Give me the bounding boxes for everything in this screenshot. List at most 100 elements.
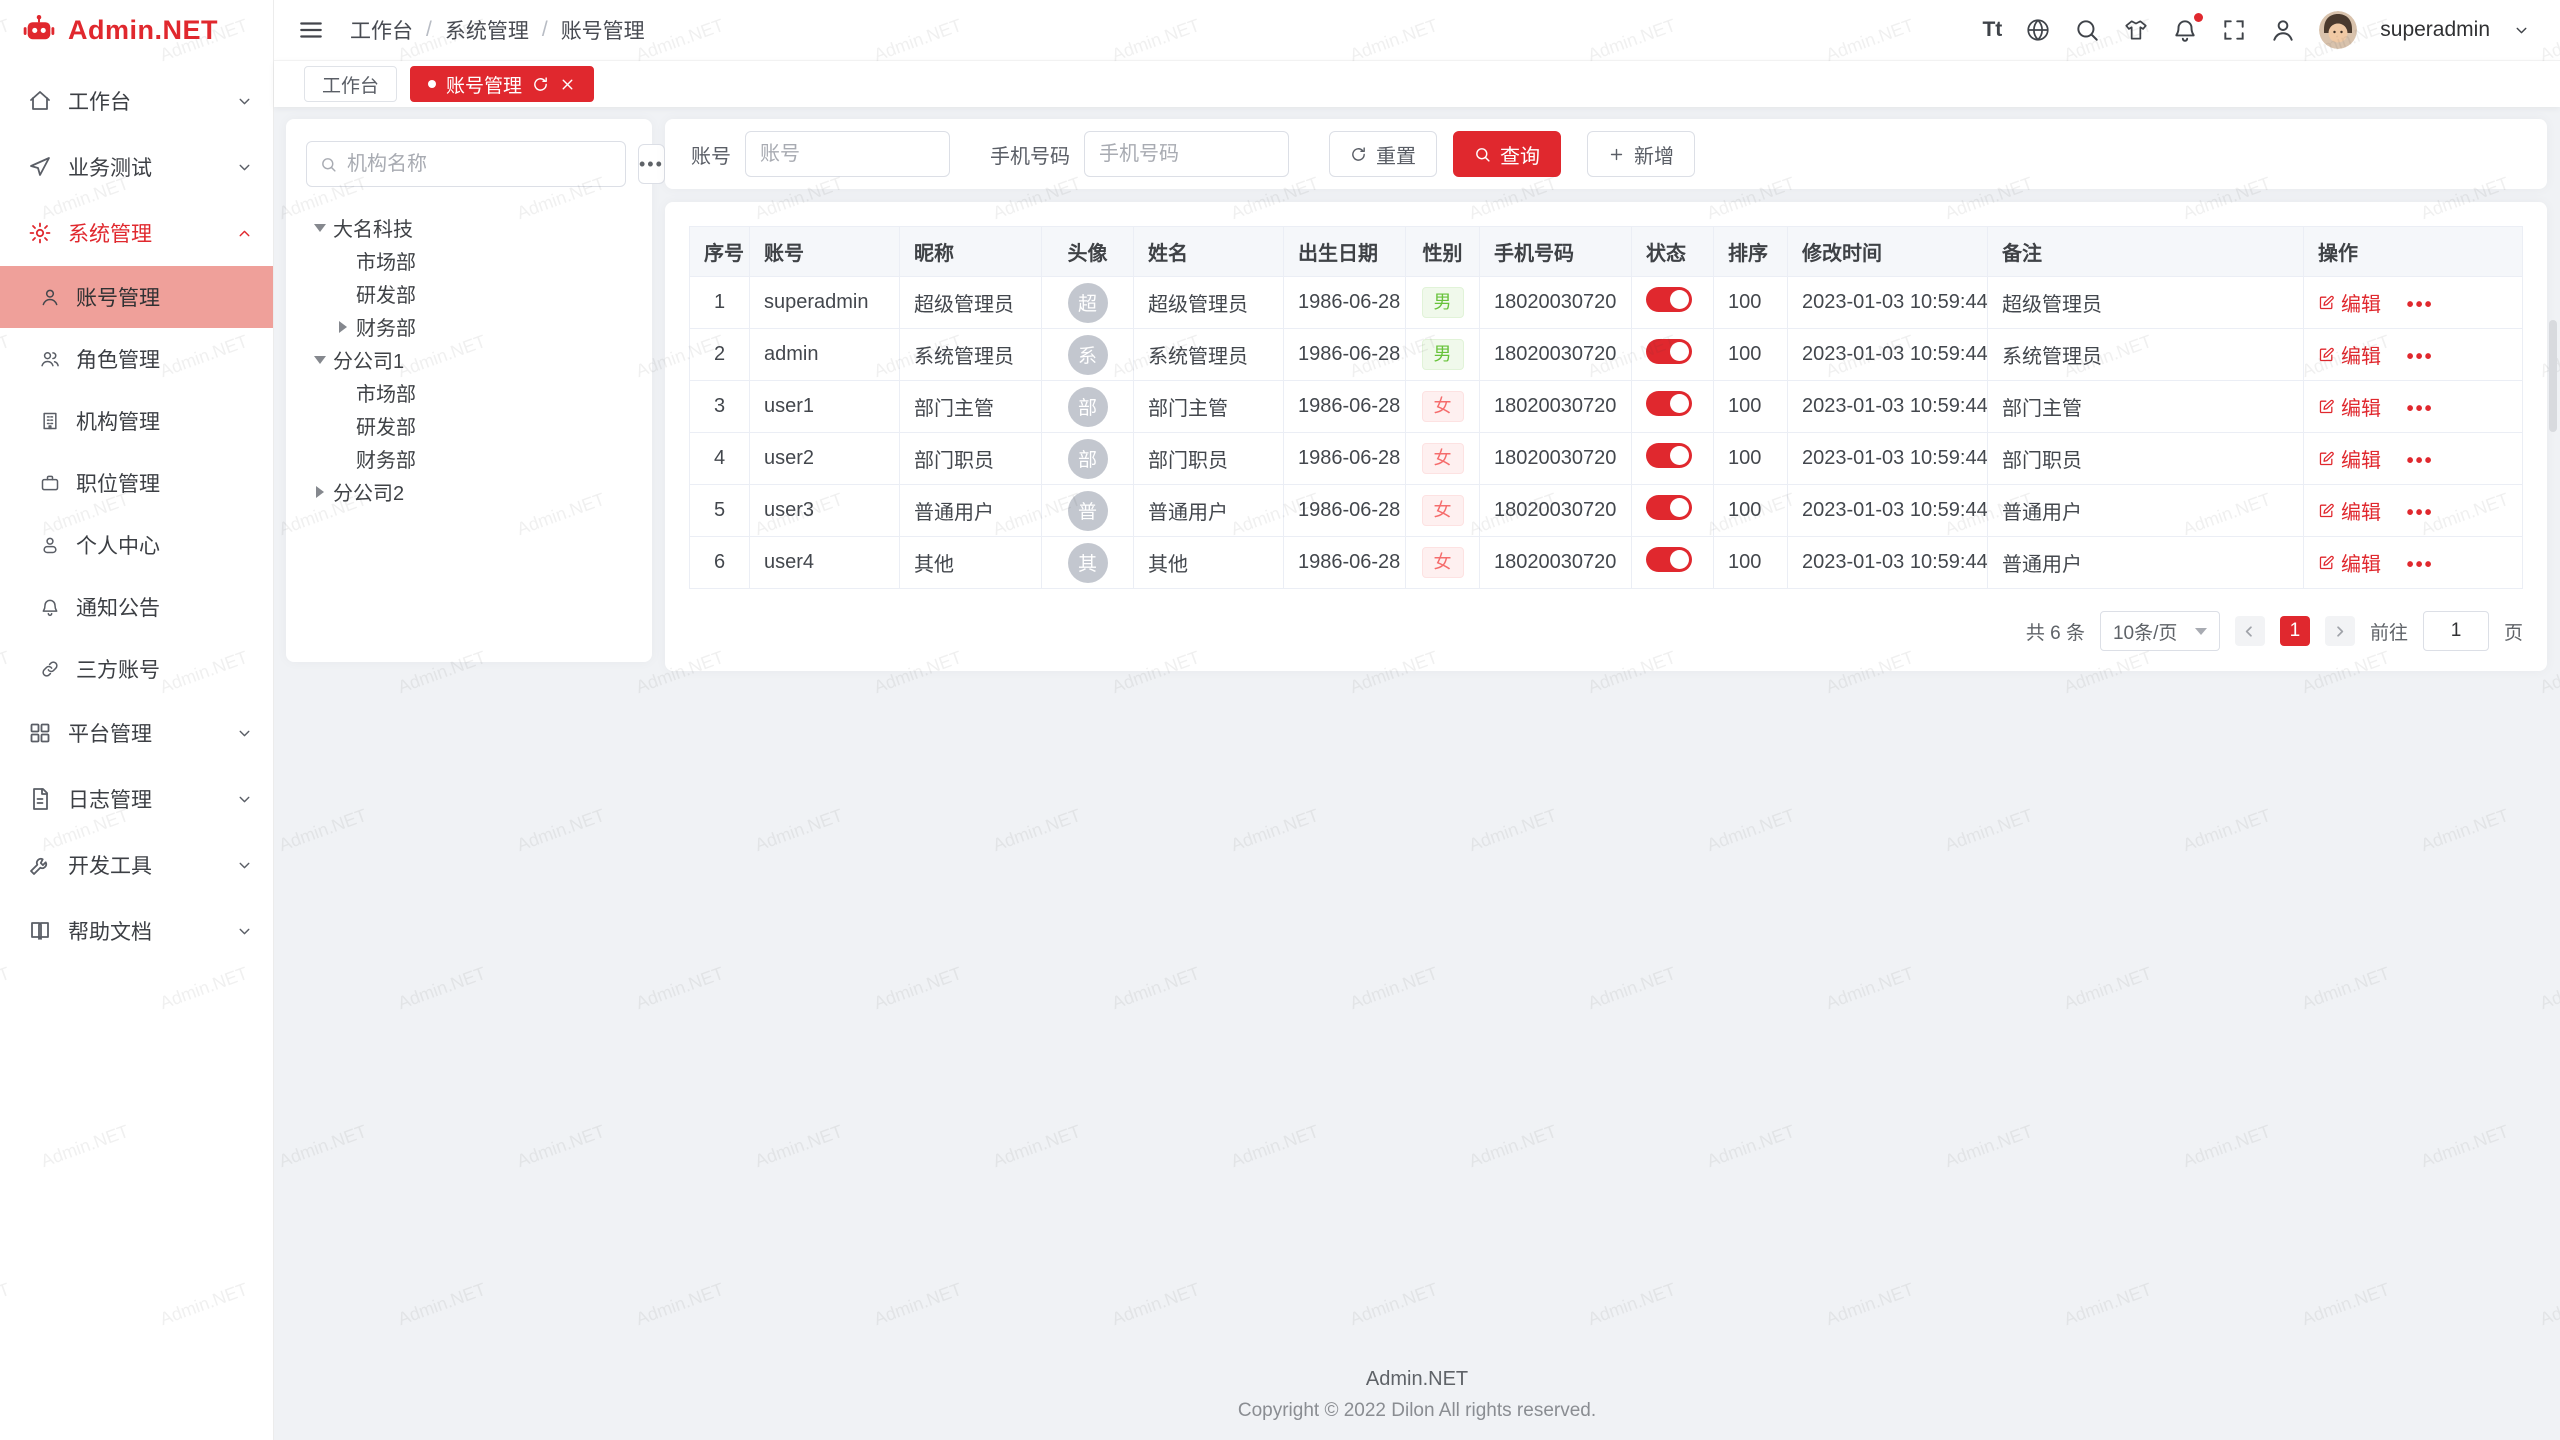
table-row[interactable]: 1 superadmin 超级管理员 超 超级管理员 1986-06-28 男 … xyxy=(690,277,2523,329)
more-actions-button[interactable]: ••• xyxy=(2407,554,2434,576)
edit-icon xyxy=(2318,398,2335,415)
sidebar-item-third-party-account[interactable]: 三方账号 xyxy=(0,638,273,700)
gender-badge: 女 xyxy=(1422,547,1464,578)
status-toggle[interactable] xyxy=(1646,287,1692,312)
sidebar-item-platform-management[interactable]: 平台管理 xyxy=(0,700,273,766)
cell-name: 其他 xyxy=(1134,537,1284,589)
search-icon[interactable] xyxy=(2074,17,2100,43)
page-number-button[interactable]: 1 xyxy=(2280,616,2310,646)
tree-node[interactable]: 大名科技 xyxy=(306,211,632,244)
tabs-bar: 工作台 账号管理 xyxy=(274,60,2560,107)
username-label[interactable]: superadmin xyxy=(2380,18,2490,42)
avatar: 其 xyxy=(1068,543,1108,583)
edit-button[interactable]: 编辑 xyxy=(2318,288,2381,317)
table-row[interactable]: 2 admin 系统管理员 系 系统管理员 1986-06-28 男 18020… xyxy=(690,329,2523,381)
sidebar-item-business-test[interactable]: 业务测试 xyxy=(0,134,273,200)
sidebar-item-workbench[interactable]: 工作台 xyxy=(0,68,273,134)
account-filter-input[interactable] xyxy=(745,131,950,177)
edit-icon xyxy=(2318,346,2335,363)
table-row[interactable]: 6 user4 其他 其 其他 1986-06-28 女 18020030720… xyxy=(690,537,2523,589)
breadcrumb-item[interactable]: 系统管理 xyxy=(445,15,529,45)
tree-node[interactable]: 分公司2 xyxy=(306,475,632,508)
tree-more-button[interactable]: ••• xyxy=(638,144,665,184)
more-actions-button[interactable]: ••• xyxy=(2407,346,2434,368)
sidebar-item-personal-center[interactable]: 个人中心 xyxy=(0,514,273,576)
column-header: 性别 xyxy=(1406,227,1480,277)
user-outline-icon[interactable] xyxy=(2270,17,2296,43)
more-actions-button[interactable]: ••• xyxy=(2407,502,2434,524)
page-size-value: 10条/页 xyxy=(2113,618,2177,645)
column-header: 排序 xyxy=(1714,227,1788,277)
logo[interactable]: Admin.NET xyxy=(0,0,273,60)
hamburger-menu-icon[interactable] xyxy=(298,17,324,43)
cell-remark: 部门主管 xyxy=(1988,381,2304,433)
table-row[interactable]: 5 user3 普通用户 普 普通用户 1986-06-28 女 1802003… xyxy=(690,485,2523,537)
tree-node[interactable]: 分公司1 xyxy=(306,343,632,376)
accounts-table-panel: 序号 账号 昵称 头像 姓名 出生日期 性别 手机号码 状态 排序 修改时间 xyxy=(665,202,2547,671)
tree-node[interactable]: 市场部 xyxy=(306,244,632,277)
sidebar-item-role-management[interactable]: 角色管理 xyxy=(0,328,273,390)
book-icon xyxy=(28,919,52,943)
refresh-icon[interactable] xyxy=(532,76,549,93)
chevron-down-icon[interactable] xyxy=(2513,22,2530,39)
close-icon[interactable] xyxy=(559,76,576,93)
tab-workbench[interactable]: 工作台 xyxy=(304,66,397,102)
goto-page-input[interactable] xyxy=(2423,611,2489,651)
status-toggle[interactable] xyxy=(1646,339,1692,364)
more-actions-button[interactable]: ••• xyxy=(2407,398,2434,420)
status-toggle[interactable] xyxy=(1646,443,1692,468)
user-avatar[interactable] xyxy=(2319,11,2357,49)
sidebar-item-log-management[interactable]: 日志管理 xyxy=(0,766,273,832)
cell-nickname: 普通用户 xyxy=(900,485,1042,537)
edit-button[interactable]: 编辑 xyxy=(2318,392,2381,421)
org-search-input[interactable] xyxy=(347,153,612,176)
cell-nickname: 系统管理员 xyxy=(900,329,1042,381)
more-actions-button[interactable]: ••• xyxy=(2407,450,2434,472)
globe-icon[interactable] xyxy=(2025,17,2051,43)
tree-node[interactable]: 财务部 xyxy=(306,310,632,343)
edit-button[interactable]: 编辑 xyxy=(2318,340,2381,369)
sidebar-item-help-docs[interactable]: 帮助文档 xyxy=(0,898,273,964)
table-row[interactable]: 3 user1 部门主管 部 部门主管 1986-06-28 女 1802003… xyxy=(690,381,2523,433)
accounts-table: 序号 账号 昵称 头像 姓名 出生日期 性别 手机号码 状态 排序 修改时间 xyxy=(689,226,2523,589)
edit-button[interactable]: 编辑 xyxy=(2318,496,2381,525)
caret-down-icon[interactable] xyxy=(314,224,326,232)
next-page-button[interactable] xyxy=(2325,616,2355,646)
more-actions-button[interactable]: ••• xyxy=(2407,294,2434,316)
table-row[interactable]: 4 user2 部门职员 部 部门职员 1986-06-28 女 1802003… xyxy=(690,433,2523,485)
scrollbar-thumb[interactable] xyxy=(2549,320,2557,432)
caret-right-icon[interactable] xyxy=(316,486,324,498)
sidebar-item-account-management[interactable]: 账号管理 xyxy=(0,266,273,328)
tree-node[interactable]: 市场部 xyxy=(306,376,632,409)
fullscreen-icon[interactable] xyxy=(2221,17,2247,43)
status-toggle[interactable] xyxy=(1646,495,1692,520)
edit-button-label: 编辑 xyxy=(2341,496,2381,525)
tree-node[interactable]: 研发部 xyxy=(306,277,632,310)
sidebar-item-org-management[interactable]: 机构管理 xyxy=(0,390,273,452)
tree-node[interactable]: 研发部 xyxy=(306,409,632,442)
add-button[interactable]: 新增 xyxy=(1587,131,1695,177)
breadcrumb-item[interactable]: 工作台 xyxy=(350,15,413,45)
sidebar-item-notice[interactable]: 通知公告 xyxy=(0,576,273,638)
status-toggle[interactable] xyxy=(1646,547,1692,572)
caret-right-icon[interactable] xyxy=(339,321,347,333)
app-root: Admin.NET 工作台 业务测试 系统管理 账号管理 xyxy=(0,0,2560,1440)
sidebar-item-dev-tools[interactable]: 开发工具 xyxy=(0,832,273,898)
cell-remark: 普通用户 xyxy=(1988,537,2304,589)
font-size-icon[interactable]: Tt xyxy=(1982,18,2002,42)
edit-button[interactable]: 编辑 xyxy=(2318,444,2381,473)
sidebar-item-system-management[interactable]: 系统管理 xyxy=(0,200,273,266)
caret-down-icon[interactable] xyxy=(314,356,326,364)
phone-filter-input[interactable] xyxy=(1084,131,1289,177)
prev-page-button[interactable] xyxy=(2235,616,2265,646)
tree-node[interactable]: 财务部 xyxy=(306,442,632,475)
search-button[interactable]: 查询 xyxy=(1453,131,1561,177)
theme-icon[interactable] xyxy=(2123,17,2149,43)
status-toggle[interactable] xyxy=(1646,391,1692,416)
reset-button[interactable]: 重置 xyxy=(1329,131,1437,177)
sidebar-item-position-management[interactable]: 职位管理 xyxy=(0,452,273,514)
notification-bell[interactable] xyxy=(2172,17,2198,43)
tab-account-management[interactable]: 账号管理 xyxy=(410,66,594,102)
edit-button[interactable]: 编辑 xyxy=(2318,548,2381,577)
page-size-select[interactable]: 10条/页 xyxy=(2100,611,2220,651)
